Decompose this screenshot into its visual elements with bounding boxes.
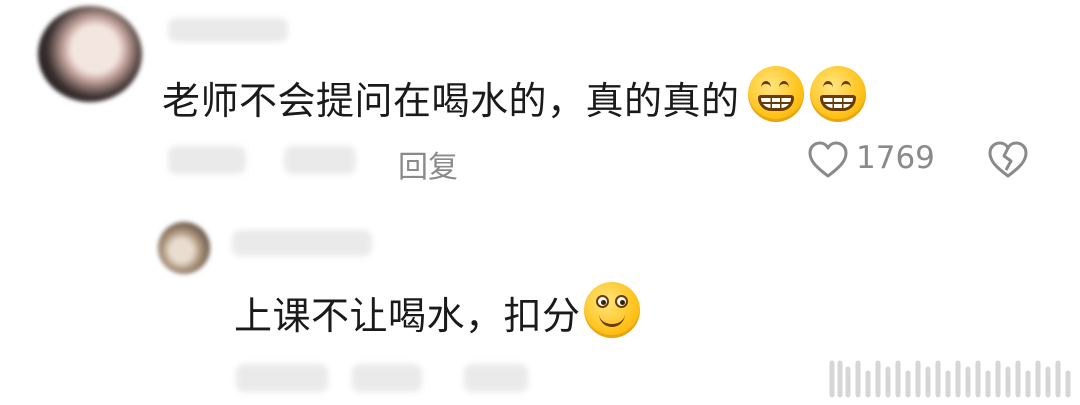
- smile-emoji-icon: [584, 282, 640, 338]
- location-blurred: [284, 146, 356, 174]
- heart-icon[interactable]: [806, 140, 850, 180]
- username-blurred[interactable]: [168, 18, 288, 42]
- location-blurred: [352, 364, 422, 392]
- like-count: 1769: [856, 140, 935, 176]
- reply-button[interactable]: 回复: [398, 142, 458, 186]
- watermark-logo: [829, 360, 1071, 398]
- avatar[interactable]: [158, 222, 210, 274]
- grin-emoji-icon: [810, 66, 866, 122]
- avatar[interactable]: [38, 6, 142, 102]
- timestamp-blurred: [236, 364, 328, 392]
- comment-text: 老师不会提问在喝水的，真的真的: [162, 70, 740, 125]
- broken-heart-icon[interactable]: [986, 140, 1030, 180]
- timestamp-blurred: [168, 146, 246, 174]
- grin-emoji-icon: [748, 66, 804, 122]
- comment-text-content: 上课不让喝水，扣分: [234, 294, 581, 338]
- reply-button-blurred[interactable]: [464, 364, 528, 392]
- comment-text-content: 老师不会提问在喝水的，真的真的: [162, 79, 740, 123]
- comment-text: 上课不让喝水，扣分: [234, 285, 581, 340]
- username-blurred[interactable]: [232, 230, 372, 256]
